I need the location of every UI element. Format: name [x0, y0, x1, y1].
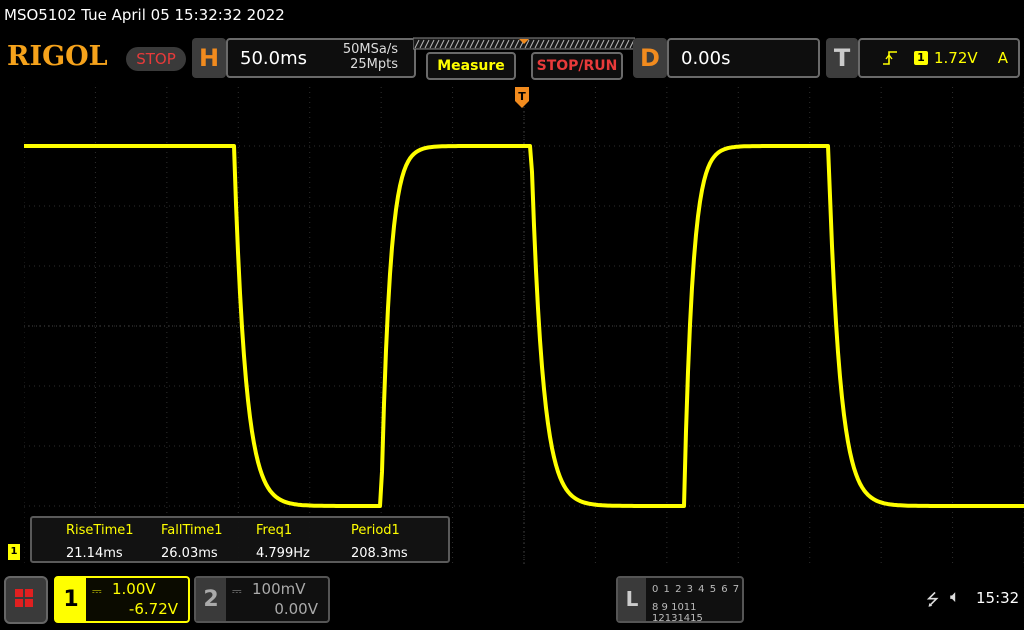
channel1-label: 1	[56, 578, 86, 621]
measurement-value: 21.14ms	[66, 546, 123, 561]
measurement-value: 4.799Hz	[256, 546, 310, 561]
channel2-label: 2	[196, 578, 226, 621]
menu-grid-icon	[25, 589, 33, 597]
channel2-scale: 100mV	[252, 580, 306, 598]
channel2-settings[interactable]: 2 ⎓ 100mV 0.00V	[194, 576, 330, 623]
logic-analyzer-label: L	[618, 578, 646, 621]
trigger-panel[interactable]: 1 1.72V A	[858, 38, 1020, 78]
speaker-muted-icon[interactable]: 🔈︎	[950, 587, 960, 607]
dc-coupling-icon: ⎓	[232, 584, 242, 598]
channel1-scale: 1.00V	[112, 580, 156, 598]
measurement-item: Period1 208.3ms	[351, 523, 408, 561]
trigger-position-marker[interactable]: T	[515, 87, 529, 109]
clock: 15:32	[976, 589, 1020, 607]
usb-icon: ⭍	[926, 590, 940, 609]
dc-coupling-icon: ⎓	[92, 584, 102, 598]
main-menu-button[interactable]	[4, 576, 48, 624]
logic-channels-row1: 0 1 2 3 4 5 6 7	[652, 584, 741, 595]
horizontal-menu-button[interactable]: H	[192, 38, 226, 78]
trigger-position-label: T	[518, 90, 526, 103]
measurement-name: FallTime1	[161, 523, 223, 538]
channel1-offset: -6.72V	[128, 600, 178, 618]
waveform-display[interactable]	[24, 87, 1024, 565]
stop-run-button[interactable]: STOP/RUN	[531, 52, 623, 80]
trigger-mode: A	[997, 49, 1008, 67]
menu-grid-icon	[15, 589, 23, 597]
memory-depth: 25Mpts	[350, 57, 398, 72]
model-and-datetime: MSO5102 Tue April 05 15:32:32 2022	[4, 6, 285, 24]
measurement-item: FallTime1 26.03ms	[161, 523, 223, 561]
trigger-menu-button[interactable]: T	[826, 38, 858, 78]
rigol-logo: RIGOL	[7, 41, 108, 72]
timebase-value: 50.0ms	[240, 48, 307, 69]
measurement-name: RiseTime1	[66, 523, 134, 538]
menu-grid-icon	[25, 599, 33, 607]
memory-timeline	[413, 37, 635, 50]
measurement-name: Period1	[351, 523, 400, 538]
measurement-value: 208.3ms	[351, 546, 408, 561]
trigger-source-badge: 1	[914, 51, 928, 65]
title-bar: MSO5102 Tue April 05 15:32:32 2022	[0, 0, 1024, 34]
menu-grid-icon	[15, 599, 23, 607]
horizontal-timebase-panel[interactable]: 50.0ms 50MSa/s 25Mpts	[226, 38, 416, 78]
channel1-settings[interactable]: 1 ⎓ 1.00V -6.72V	[54, 576, 190, 623]
measurement-value: 26.03ms	[161, 546, 218, 561]
measurement-item: Freq1 4.799Hz	[256, 523, 310, 561]
rising-edge-icon	[883, 51, 897, 65]
delay-value: 0.00s	[681, 48, 731, 69]
measure-button[interactable]: Measure	[426, 52, 516, 80]
measurement-name: Freq1	[256, 523, 293, 538]
logic-channels-row2: 8 9 1011 12131415	[652, 602, 703, 624]
trigger-level: 1.72V	[934, 49, 978, 67]
measurement-item: RiseTime1 21.14ms	[66, 523, 134, 561]
delay-panel[interactable]: 0.00s	[667, 38, 820, 78]
channel1-ground-marker[interactable]: 1	[8, 544, 20, 560]
delay-menu-button[interactable]: D	[633, 38, 667, 78]
run-state-badge[interactable]: STOP	[126, 47, 186, 71]
sample-rate-info: 50MSa/s 25Mpts	[343, 42, 398, 72]
measurement-panel: RiseTime1 21.14ms FallTime1 26.03ms Freq…	[30, 516, 450, 563]
sample-rate: 50MSa/s	[342, 42, 398, 57]
logic-analyzer-settings[interactable]: L 0 1 2 3 4 5 6 7 8 9 1011 12131415	[616, 576, 744, 624]
channel2-offset: 0.00V	[274, 600, 318, 618]
